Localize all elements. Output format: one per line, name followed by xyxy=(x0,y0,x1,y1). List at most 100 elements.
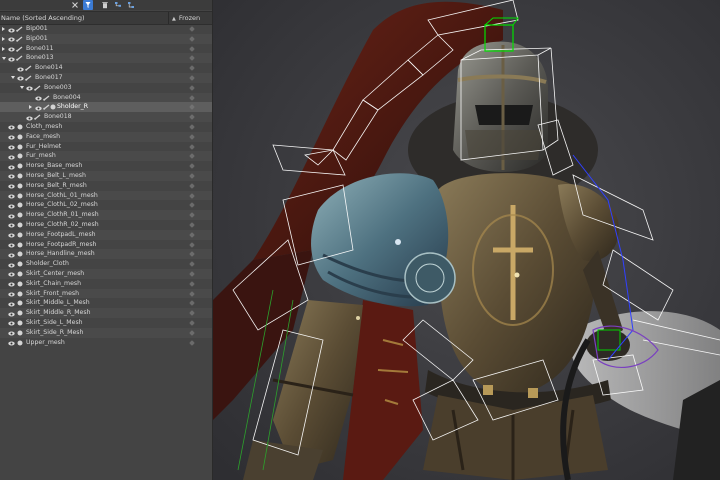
expand-right-icon[interactable] xyxy=(2,46,5,51)
tree-row[interactable]: Bone003 xyxy=(0,83,212,93)
tree-row[interactable]: Bone013 xyxy=(0,53,212,64)
tree-row[interactable]: Horse_ClothL_02_mesh xyxy=(0,200,212,210)
tree-row[interactable]: Horse_Belt_R_mesh xyxy=(0,181,212,191)
application-window: Name (Sorted Ascending) ▲ Frozen Bip001 Bi… xyxy=(0,0,720,480)
explorer-toolbar xyxy=(0,0,212,10)
tree-row-label: Horse_Base_mesh xyxy=(26,162,83,170)
close-icon[interactable] xyxy=(70,0,80,10)
tree-row-label: Horse_ClothR_02_mesh xyxy=(26,220,99,228)
tree-row-label: Skirt_Front_mesh xyxy=(26,289,80,297)
specular-highlight xyxy=(514,272,520,278)
expand-down-icon[interactable] xyxy=(20,86,24,90)
tree-row[interactable]: Fur_Helmet xyxy=(0,142,212,152)
tree-row[interactable]: Bone014 xyxy=(0,63,212,73)
tree-row-label: Bone004 xyxy=(53,93,81,101)
column-frozen-header[interactable]: ▲ Frozen xyxy=(172,14,200,22)
specular-highlight xyxy=(395,239,401,245)
tree-row[interactable]: Cloth_mesh xyxy=(0,122,212,132)
column-name-header[interactable]: Name (Sorted Ascending) xyxy=(1,14,85,22)
tree-row[interactable]: Skirt_Side_R_Mesh xyxy=(0,327,212,338)
tree-row[interactable]: Skirt_Chain_mesh xyxy=(0,279,212,289)
column-divider[interactable] xyxy=(168,12,169,24)
tree-row-label: Bip001 xyxy=(26,25,48,32)
mesh-object-icon xyxy=(17,340,23,350)
3d-viewport[interactable] xyxy=(213,0,720,480)
tree-row-label: Fur_mesh xyxy=(26,152,56,160)
tree-row-label: Horse_ClothL_01_mesh xyxy=(26,191,98,199)
tree-row[interactable]: Bone017 xyxy=(0,72,212,83)
tree-row[interactable]: Skirt_Center_mesh xyxy=(0,268,212,279)
hierarchy-icon[interactable] xyxy=(113,0,123,10)
tree-row[interactable]: Sholder_Cloth xyxy=(0,259,212,269)
scene-tree: Bip001 Bip001 Bone011 Bone013 Bone014 Bone017… xyxy=(0,24,212,347)
tree-row[interactable]: Sholder_R xyxy=(0,102,212,113)
tree-row-label: Fur_Helmet xyxy=(26,142,62,150)
tree-row[interactable]: Face_mesh xyxy=(0,131,212,142)
expand-right-icon[interactable] xyxy=(2,36,5,41)
tree-row[interactable]: Fur_mesh xyxy=(0,151,212,162)
tree-row-label: Horse_Handline_mesh xyxy=(26,250,95,258)
tree-row-label: Skirt_Chain_mesh xyxy=(26,279,82,287)
tree-row[interactable]: Bip001 xyxy=(0,33,212,44)
tree-row-label: Skirt_Side_L_Mesh xyxy=(26,318,83,326)
expand-right-icon[interactable] xyxy=(29,105,32,110)
tree-row-label: Skirt_Middle_R_Mesh xyxy=(26,309,91,317)
tree-row[interactable]: Skirt_Middle_L_Mesh xyxy=(0,298,212,308)
tree-row[interactable]: Horse_ClothR_02_mesh xyxy=(0,220,212,230)
tree-row-label: Bone018 xyxy=(44,113,72,121)
tree-row-label: Bone017 xyxy=(35,73,63,81)
tree-row-label: Horse_FootpadR_mesh xyxy=(26,240,97,248)
tree-row[interactable]: Skirt_Middle_R_Mesh xyxy=(0,308,212,318)
belt-stud xyxy=(483,385,493,395)
tree-row-label: Sholder_Cloth xyxy=(26,260,69,268)
tree-row-label: Horse_Belt_L_mesh xyxy=(26,171,86,179)
tree-row-label: Horse_ClothL_02_mesh xyxy=(26,201,98,209)
pauldron-disk xyxy=(404,252,456,304)
select-filter-icon[interactable] xyxy=(83,0,93,10)
tree-row-label: Bip001 xyxy=(26,34,48,42)
tree-row[interactable]: Horse_ClothR_01_mesh xyxy=(0,210,212,220)
sort-arrow-icon: ▲ xyxy=(172,16,176,22)
tree-row-label: Face_mesh xyxy=(26,132,61,140)
tree-row-label: Cloth_mesh xyxy=(26,122,63,130)
tree-row[interactable]: Horse_FootpadR_mesh xyxy=(0,240,212,250)
specular-highlight xyxy=(356,316,360,320)
delete-icon[interactable] xyxy=(100,0,110,10)
tree-row-label: Bone013 xyxy=(26,54,54,62)
expand-down-icon[interactable] xyxy=(2,56,6,60)
tree-row[interactable]: Horse_Handline_mesh xyxy=(0,249,212,260)
explorer-column-header: Name (Sorted Ascending) ▲ Frozen xyxy=(0,11,212,25)
tree-row[interactable]: Bone018 xyxy=(0,112,212,122)
viewport-scene xyxy=(213,0,720,480)
expand-right-icon[interactable] xyxy=(2,27,5,31)
freeze-toggle-icon[interactable] xyxy=(189,340,195,350)
tree-row-label: Horse_FootpadL_mesh xyxy=(26,230,96,238)
tree-row-label: Horse_ClothR_01_mesh xyxy=(26,211,99,219)
tree-row-label: Skirt_Middle_L_Mesh xyxy=(26,299,90,307)
tree-row[interactable]: Bone011 xyxy=(0,44,212,54)
helmet-grill xyxy=(465,130,543,160)
tree-row[interactable]: Upper_mesh xyxy=(0,338,212,348)
tree-row-label: Bone011 xyxy=(26,44,54,52)
frozen-header-label: Frozen xyxy=(178,14,201,22)
tree-row-label: Sholder_R xyxy=(57,103,89,111)
eye-visibility-icon[interactable] xyxy=(8,340,15,350)
link-icon[interactable] xyxy=(126,0,136,10)
tree-row[interactable]: Bip001 xyxy=(0,24,212,34)
tree-row[interactable]: Skirt_Side_L_Mesh xyxy=(0,318,212,328)
scene-explorer-panel: Name (Sorted Ascending) ▲ Frozen Bip001 Bi… xyxy=(0,0,213,480)
tree-row-label: Skirt_Side_R_Mesh xyxy=(26,328,84,336)
tree-row[interactable]: Horse_FootpadL_mesh xyxy=(0,229,212,240)
tree-row-label: Upper_mesh xyxy=(26,338,65,346)
tree-row-label: Skirt_Center_mesh xyxy=(26,269,85,277)
tree-row[interactable]: Bone004 xyxy=(0,92,212,103)
tree-row[interactable]: Horse_Belt_L_mesh xyxy=(0,170,212,181)
tree-row[interactable]: Horse_Base_mesh xyxy=(0,161,212,171)
tree-row[interactable]: Horse_ClothL_01_mesh xyxy=(0,190,212,201)
tree-row-label: Bone014 xyxy=(35,64,63,72)
belt-stud xyxy=(528,388,538,398)
tree-row[interactable]: Skirt_Front_mesh xyxy=(0,288,212,299)
tree-row-label: Horse_Belt_R_mesh xyxy=(26,181,87,189)
tree-row-label: Bone003 xyxy=(44,83,72,91)
expand-down-icon[interactable] xyxy=(11,76,15,80)
